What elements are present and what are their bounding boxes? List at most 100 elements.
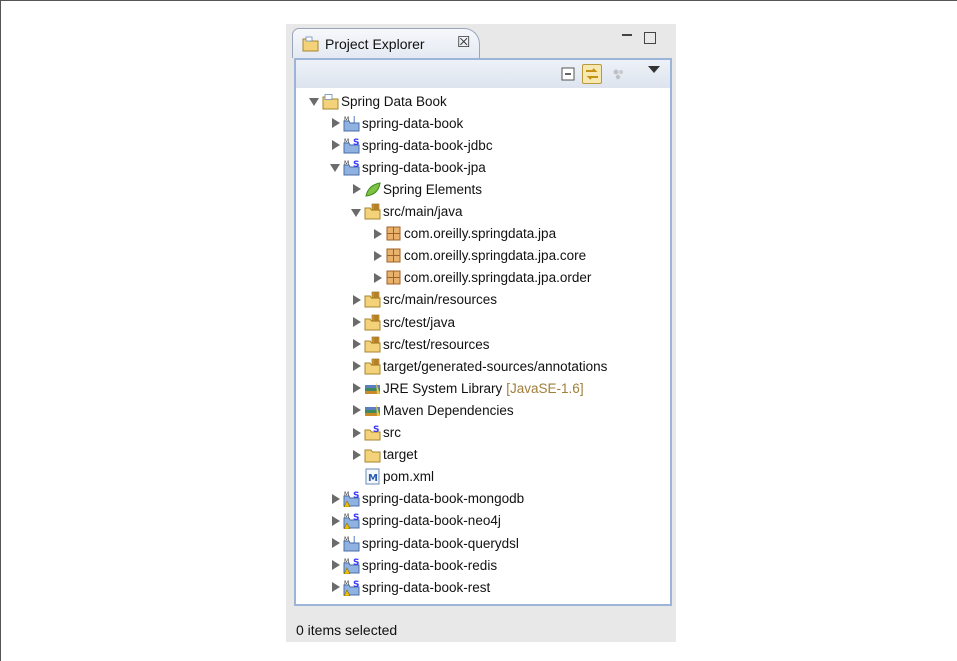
tree-item[interactable]: JRE System Library [JavaSE-1.6] [350,377,584,399]
tree-item[interactable]: target [350,444,418,466]
package-icon [386,248,401,263]
expanded-arrow-icon[interactable] [350,206,362,218]
tree-item[interactable]: src/main/java [350,201,463,223]
tree-item[interactable]: Spring Elements [350,178,482,200]
spring-maven-project-icon: MS [343,160,360,176]
tree-item[interactable]: M Sspring-data-book-neo4j [329,510,501,532]
tree-viewport: Spring Data Book M Jspring-data-book M Sspri… [294,58,672,606]
collapsed-arrow-icon[interactable] [350,427,362,439]
tab-project-explorer[interactable]: Project Explorer ☒ [292,28,480,58]
collapsed-arrow-icon[interactable] [371,228,383,240]
collapsed-arrow-icon[interactable] [329,515,341,527]
tree-item-label: com.oreilly.springdata.jpa [404,226,557,242]
maximize-button[interactable] [644,32,656,44]
source-folder-icon [364,358,381,375]
tree-item-label: spring-data-book-querydsl [362,535,519,551]
tree-item[interactable]: M Sspring-data-book-redis [329,554,497,576]
tree-item[interactable]: Spring Data Book [308,90,447,112]
spring-folder-icon: S [364,425,381,441]
svg-text:M: M [344,558,349,565]
tree-item[interactable]: src/test/java [350,311,455,333]
spring-maven-warning-project-icon: MS [343,513,360,530]
tree-item-label: spring-data-book-redis [362,557,498,573]
collapsed-arrow-icon[interactable] [371,272,383,284]
svg-text:J: J [352,115,355,124]
collapsed-arrow-icon[interactable] [350,382,362,394]
collapsed-arrow-icon[interactable] [350,449,362,461]
tree-item[interactable]: src/test/resources [350,333,490,355]
minimize-button[interactable] [620,30,634,44]
tree-item[interactable]: target/generated-sources/annotations [350,355,607,377]
collapsed-arrow-icon[interactable] [329,117,341,129]
view-tab-bar: Project Explorer ☒ [286,24,676,58]
svg-text:M: M [344,536,349,543]
svg-text:M: M [344,160,349,167]
close-icon[interactable]: ☒ [457,33,470,51]
link-with-editor-button[interactable] [582,64,602,84]
link-with-editor-icon [586,68,598,80]
collapsed-arrow-icon[interactable] [350,294,362,306]
svg-text:S: S [353,160,359,170]
tree-item[interactable]: Maven Dependencies [350,399,514,421]
tree-item[interactable]: com.oreilly.springdata.jpa.core [371,245,586,267]
frame-border-top [0,0,957,1]
package-icon [386,226,401,241]
tree-item[interactable]: M Sspring-data-book-jdbc [329,134,493,156]
tree-item[interactable]: com.oreilly.springdata.jpa [371,223,556,245]
tree-item-label: target/generated-sources/annotations [383,358,608,374]
collapsed-arrow-icon[interactable] [350,360,362,372]
maven-project-icon: MJ [343,115,360,132]
spring-maven-warning-project-icon: MS [343,580,360,596]
tree-item[interactable]: Ssrc [350,422,401,444]
no-arrow [350,471,362,483]
tree-item[interactable]: M Sspring-data-book-mongodb [329,488,524,510]
spring-leaf-icon [365,182,381,197]
tree-item-label: Spring Elements [383,181,483,197]
expanded-arrow-icon[interactable] [308,95,320,107]
collapsed-arrow-icon[interactable] [329,559,341,571]
tree-item-label: Spring Data Book [341,93,447,109]
tree-item[interactable]: com.oreilly.springdata.jpa.order [371,267,591,289]
package-icon [386,270,401,285]
collapsed-arrow-icon[interactable] [350,316,362,328]
svg-text:S: S [353,138,359,148]
source-folder-icon [364,292,381,308]
tree-item-label: com.oreilly.springdata.jpa.core [404,248,587,264]
tab-label: Project Explorer [325,36,425,52]
tree-item-label: Maven Dependencies [383,402,514,418]
collapsed-arrow-icon[interactable] [350,183,362,195]
focus-on-active-task-button[interactable] [608,64,628,84]
svg-text:M: M [344,138,349,145]
tree-item-label: spring-data-book-neo4j [362,513,501,529]
tree-item[interactable]: M Jspring-data-book [329,112,463,134]
svg-text:S: S [353,491,359,501]
tree-item-label: target [383,447,418,463]
tree-item-label: src/test/java [383,314,456,330]
svg-text:S: S [353,513,359,523]
expanded-arrow-icon[interactable] [329,161,341,173]
collapsed-arrow-icon[interactable] [329,493,341,505]
collapse-all-button[interactable] [558,64,578,84]
svg-text:M: M [344,580,349,587]
tree-item-label: src/main/java [383,204,463,219]
collapsed-arrow-icon[interactable] [329,139,341,151]
collapsed-arrow-icon[interactable] [350,404,362,416]
tree-item-label: spring-data-book-rest [362,579,491,595]
svg-text:S: S [373,425,379,435]
tree-item[interactable]: M Jspring-data-book-querydsl [329,532,519,554]
collapsed-arrow-icon[interactable] [329,581,341,593]
view-menu-chevron-icon[interactable] [648,66,660,73]
tree-item-label: spring-data-book-mongodb [362,491,525,507]
tree-item-label: src/test/resources [383,336,490,352]
frame-border-left [0,0,1,661]
tree-item[interactable]: src/main/resources [350,289,497,311]
collapsed-arrow-icon[interactable] [350,338,362,350]
svg-text:S: S [353,558,359,568]
tree-item[interactable]: Mpom.xml [350,466,434,488]
collapsed-arrow-icon[interactable] [371,250,383,262]
svg-text:J: J [352,535,355,544]
collapsed-arrow-icon[interactable] [329,537,341,549]
tree-item[interactable]: M Sspring-data-book-jpa [329,156,486,178]
svg-text:S: S [353,580,359,590]
tree-item[interactable]: M Sspring-data-book-rest [329,576,490,598]
